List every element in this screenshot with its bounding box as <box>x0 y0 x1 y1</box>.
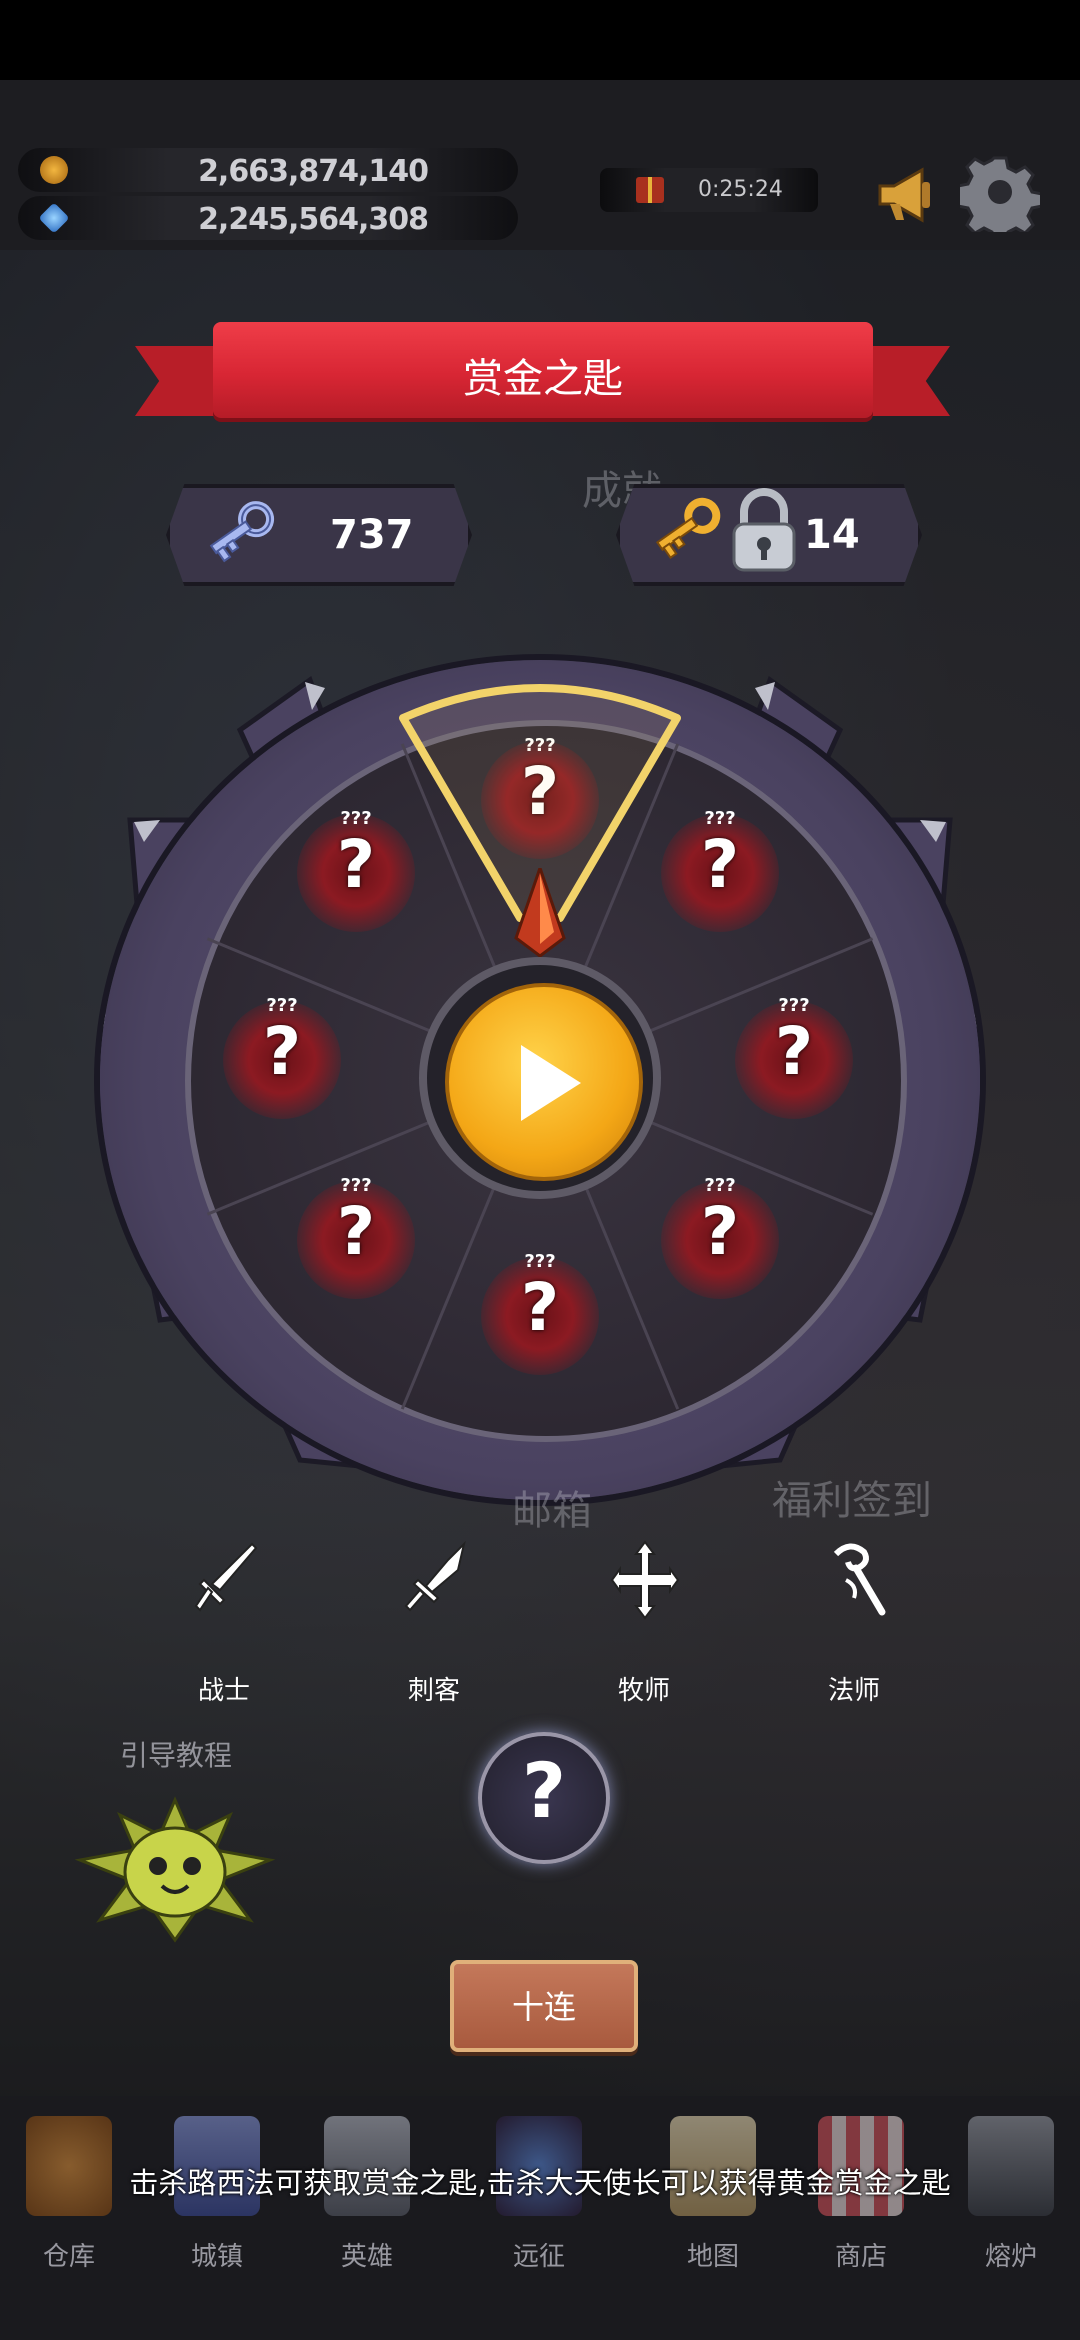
wheel-slot: ???? <box>223 995 341 1119</box>
class-selector: 战士 刺客 牧师 法师 <box>0 1540 1080 1720</box>
nav-town[interactable]: 城镇 <box>152 2096 282 2340</box>
megaphone-icon[interactable] <box>872 160 942 230</box>
nav-heroes[interactable]: 英雄 <box>302 2096 432 2340</box>
gift-timer-value: 0:25:24 <box>698 177 783 202</box>
ten-pull-button[interactable]: 十连 <box>450 1960 638 2052</box>
mailbox-label: 邮箱 <box>512 1488 592 1534</box>
golden-key-count: 14 <box>804 512 860 558</box>
nav-warehouse[interactable]: 仓库 <box>4 2096 134 2340</box>
nav-forge[interactable]: 熔炉 <box>946 2096 1076 2340</box>
class-label: 刺客 <box>407 1676 460 1706</box>
class-warrior[interactable]: 战士 <box>164 1540 284 1720</box>
gold-coin-icon <box>40 156 68 184</box>
class-label: 战士 <box>197 1676 250 1706</box>
class-assassin[interactable]: 刺客 <box>374 1540 494 1720</box>
reward-wheel: ???? ???? ???? ???? ???? ???? ???? ???? <box>100 640 980 1500</box>
spiky-mascot-icon[interactable] <box>70 1780 280 1950</box>
wheel-slot: ???? <box>735 995 853 1119</box>
wheel-slot: ???? <box>661 1175 779 1299</box>
gold-amount: 2,663,874,140 <box>198 154 429 189</box>
wheel-pointer-icon <box>514 868 566 958</box>
staff-icon <box>833 1543 886 1616</box>
wheel-slot: ???? <box>481 1251 599 1375</box>
question-mark-icon: ? <box>521 1746 567 1835</box>
gem-counter: 2,245,564,308 <box>18 196 518 240</box>
bounty-key-counter: 737 <box>166 484 472 586</box>
class-mage[interactable]: 法师 <box>794 1540 914 1720</box>
gold-counter: 2,663,874,140 <box>18 148 518 192</box>
help-button[interactable]: ? <box>478 1732 610 1864</box>
nav-shop[interactable]: 商店 <box>796 2096 926 2340</box>
hint-message: 击杀路西法可获取赏金之匙,击杀大天使长可以获得黄金赏金之匙 <box>129 2166 951 2200</box>
play-icon <box>521 1045 581 1121</box>
spin-play-button[interactable] <box>445 983 643 1181</box>
silver-key-icon <box>209 501 275 563</box>
class-label: 牧师 <box>617 1676 670 1706</box>
holy-cross-icon <box>610 1540 680 1620</box>
settings-gear-icon[interactable] <box>960 152 1040 232</box>
dagger-icon <box>404 1540 466 1612</box>
golden-key-counter: 14 <box>616 484 922 586</box>
gift-timer[interactable]: 0:25:24 <box>600 168 818 212</box>
tutorial-label[interactable]: 引导教程 <box>120 1734 232 1774</box>
wheel-slot: ???? <box>297 1175 415 1299</box>
nav-expedition[interactable]: 远征 <box>474 2096 604 2340</box>
daily-signin-label: 福利签到 <box>772 1478 932 1524</box>
nav-map[interactable]: 地图 <box>648 2096 778 2340</box>
page-title: 赏金之匙 <box>463 356 623 402</box>
gift-icon <box>636 177 664 203</box>
class-label: 法师 <box>827 1676 880 1706</box>
gem-icon <box>38 202 70 234</box>
title-ribbon: 赏金之匙 <box>135 316 950 436</box>
bounty-key-count: 737 <box>330 512 414 558</box>
gem-amount: 2,245,564,308 <box>198 202 429 237</box>
padlock-icon <box>732 488 796 572</box>
sword-icon <box>194 1542 258 1612</box>
status-bar <box>0 0 1080 80</box>
golden-key-icon <box>655 497 721 560</box>
class-priest[interactable]: 牧师 <box>584 1540 704 1720</box>
